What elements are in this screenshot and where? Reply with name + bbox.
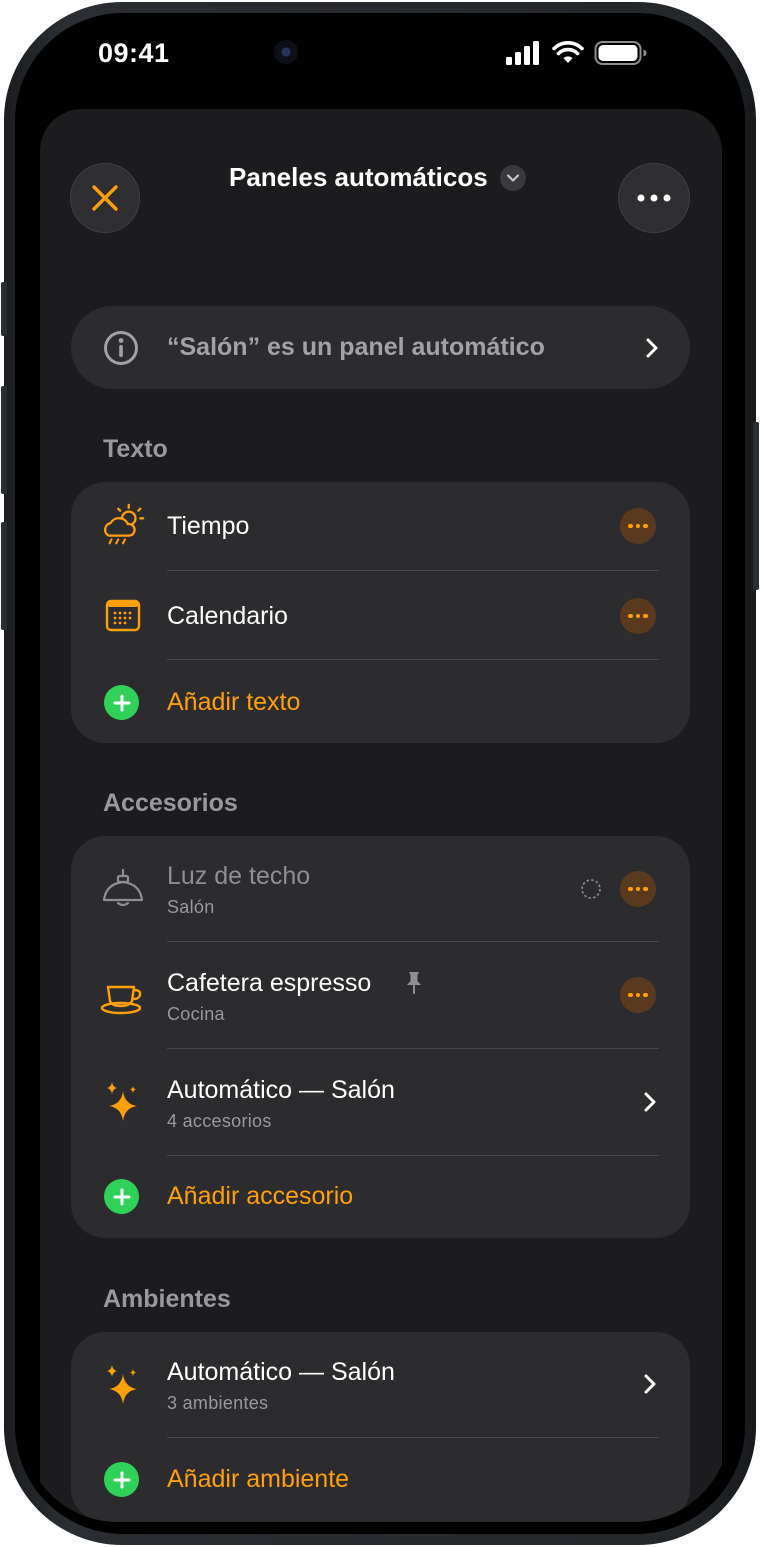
calendar-icon [99, 591, 147, 639]
wifi-icon [552, 41, 584, 63]
section-header-accessories: Accesorios [103, 789, 238, 817]
section-header-scenes: Ambientes [103, 1285, 231, 1313]
add-accessory-label: Añadir accesorio [167, 1182, 354, 1210]
ceiling-light-room: Salón [167, 897, 215, 917]
volume-down-button [1, 522, 7, 630]
loading-spinner-icon [581, 879, 601, 899]
status-time: 09:41 [98, 38, 170, 68]
add-scene-row[interactable]: Añadir ambiente [71, 1438, 690, 1522]
weather-icon [99, 502, 147, 550]
add-icon [104, 685, 139, 720]
info-icon [104, 330, 138, 365]
sparkles-icon [99, 1077, 147, 1125]
power-button [753, 422, 759, 590]
add-icon [104, 1462, 139, 1497]
calendar-more-button[interactable] [620, 598, 656, 634]
automatic-panel-info-row[interactable]: “Salón” es un panel automático [71, 306, 690, 389]
accessories-section-card: Luz de techo Salón Cafetera espresso Coc… [71, 836, 690, 1238]
add-text-row[interactable]: Añadir texto [71, 660, 690, 743]
ceiling-light-icon [99, 864, 147, 912]
list-item-espresso-machine[interactable]: Cafetera espresso Cocina [71, 942, 690, 1048]
chevron-down-icon [499, 164, 526, 191]
info-label: “Salón” es un panel automático [167, 333, 545, 361]
chevron-right-icon [644, 1092, 656, 1112]
screen: 09:41 Paneles automáticos “Salón” es un … [22, 22, 730, 1522]
espresso-machine-room: Cocina [167, 1004, 225, 1024]
sparkles-icon [99, 1360, 147, 1408]
list-item-automatic-living-room-scenes[interactable]: Automático — Salón 3 ambientes [71, 1332, 690, 1437]
close-button[interactable] [70, 163, 140, 233]
list-item-ceiling-light[interactable]: Luz de techo Salón [71, 836, 690, 941]
add-text-label: Añadir texto [167, 688, 301, 716]
espresso-machine-label: Cafetera espresso [167, 969, 372, 997]
add-icon [104, 1179, 139, 1214]
scenes-section-card: Automático — Salón 3 ambientes Añadir am… [71, 1332, 690, 1522]
ceiling-light-label: Luz de techo [167, 862, 311, 890]
automatic-living-room-scenes-label: Automático — Salón [167, 1358, 395, 1386]
chevron-right-icon [646, 338, 658, 357]
cellular-signal-icon [506, 41, 539, 65]
list-item-automatic-living-room-accessories[interactable]: Automático — Salón 4 accesorios [71, 1049, 690, 1155]
battery-icon [594, 41, 647, 65]
list-item-weather[interactable]: Tiempo [71, 482, 690, 570]
close-icon [92, 185, 118, 211]
front-camera [274, 40, 298, 64]
add-accessory-row[interactable]: Añadir accesorio [71, 1156, 690, 1238]
scenes-count: 3 ambientes [167, 1393, 269, 1413]
status-icons [506, 40, 648, 66]
pin-icon [407, 972, 421, 994]
calendar-label: Calendario [167, 602, 288, 630]
ellipsis-icon [637, 194, 671, 202]
more-options-button[interactable] [618, 163, 690, 233]
list-item-calendar[interactable]: Calendario [71, 571, 690, 659]
page-title: Paneles automáticos [229, 162, 488, 192]
accessories-count: 4 accesorios [167, 1111, 272, 1131]
text-section-card: Tiempo Calendario Añadir texto [71, 482, 690, 743]
chevron-right-icon [644, 1374, 656, 1394]
automatic-living-room-label: Automático — Salón [167, 1076, 395, 1104]
add-scene-label: Añadir ambiente [167, 1465, 350, 1493]
panel-sheet: Paneles automáticos “Salón” es un panel … [40, 109, 722, 1522]
title-menu[interactable]: Paneles automáticos [229, 162, 526, 193]
coffee-cup-icon [99, 971, 147, 1019]
weather-label: Tiempo [167, 512, 250, 540]
espresso-machine-more-button[interactable] [620, 977, 656, 1013]
volume-up-button [1, 386, 7, 494]
ceiling-light-more-button[interactable] [620, 871, 656, 907]
mute-switch [1, 282, 7, 336]
section-header-text: Texto [103, 435, 168, 463]
weather-more-button[interactable] [620, 508, 656, 544]
